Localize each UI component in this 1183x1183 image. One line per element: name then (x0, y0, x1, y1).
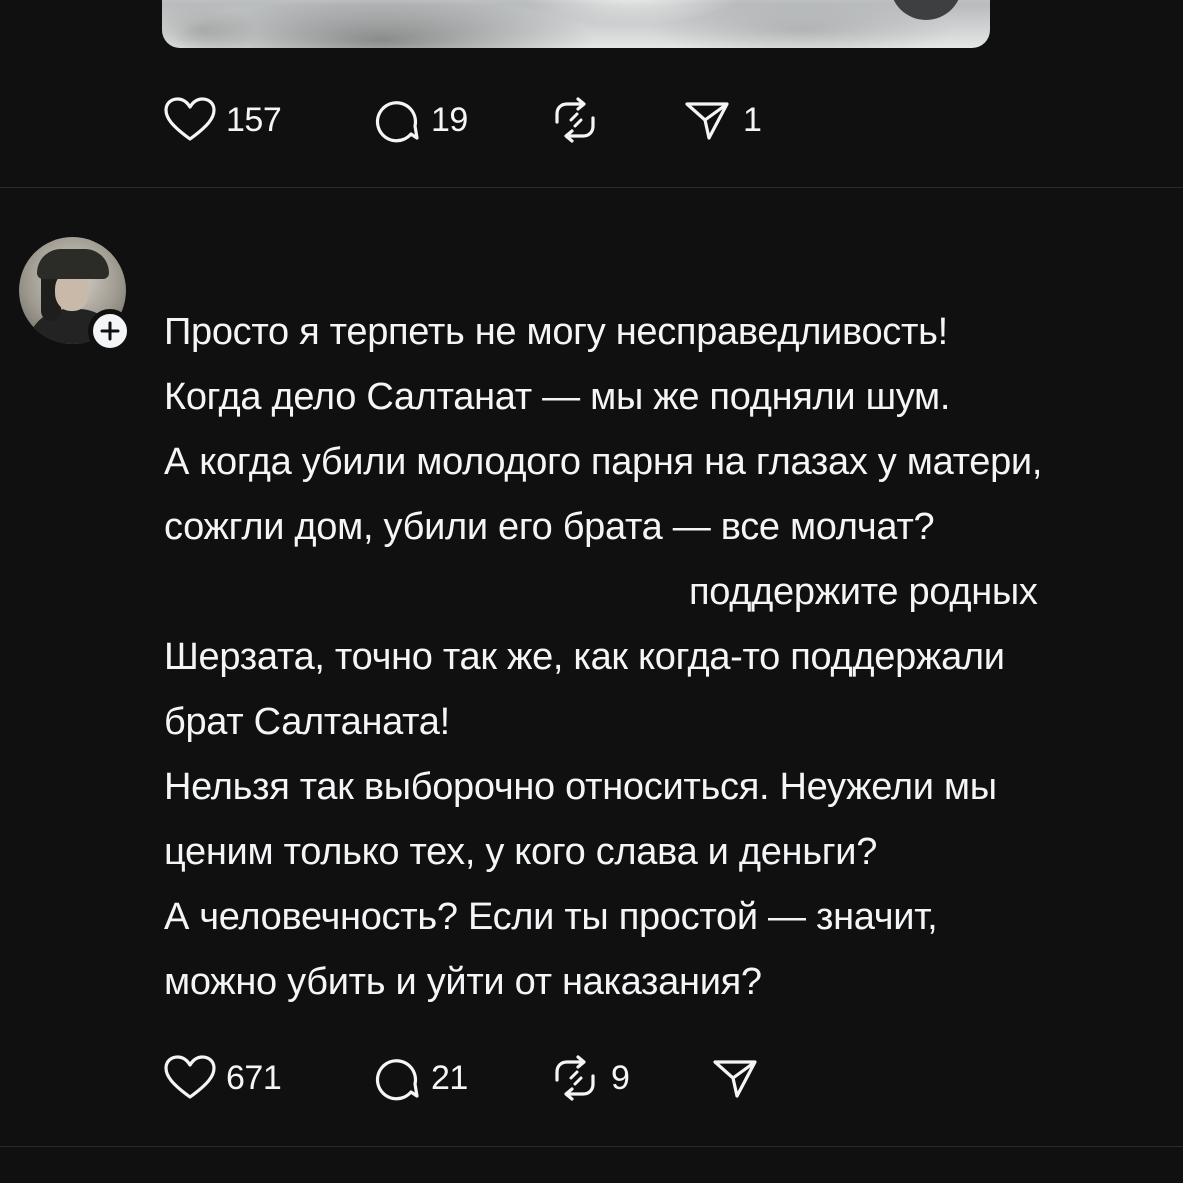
heart-icon (164, 97, 216, 141)
like-count: 671 (226, 1058, 282, 1097)
plus-icon (100, 321, 120, 341)
share-count: 1 (743, 100, 762, 139)
post-actions-bar: 671 21 9 (162, 1054, 771, 1102)
post-divider (0, 1146, 1183, 1147)
comment-button[interactable]: 21 (367, 1054, 547, 1102)
post-line: поддержите родных (689, 571, 1038, 613)
comment-count: 21 (431, 1058, 468, 1097)
follow-button[interactable] (88, 309, 132, 353)
share-button[interactable] (707, 1054, 771, 1102)
comment-button[interactable]: 19 (367, 96, 547, 144)
media-image-content (162, 0, 990, 48)
comment-bubble-icon (375, 101, 419, 143)
post-line: Шерзата, точно так же, как когда-то подд… (164, 636, 1005, 678)
post-divider (0, 187, 1183, 188)
post-line: Просто я терпеть не могу несправедливост… (164, 311, 948, 353)
post-body-text: Просто я терпеть не могу несправедливост… (164, 300, 1183, 1015)
share-button[interactable]: 1 (679, 96, 762, 144)
repost-button[interactable] (547, 96, 679, 144)
like-button[interactable]: 157 (162, 96, 367, 144)
post-line: брат Салтаната! (164, 701, 450, 743)
post-line: А когда убили молодого парня на глазах у… (164, 441, 1043, 483)
post-line: можно убить и уйти от наказания? (164, 961, 762, 1003)
like-count: 157 (226, 100, 282, 139)
post-line: Нельзя так выборочно относиться. Неужели… (164, 766, 997, 808)
heart-icon (164, 1055, 216, 1099)
post-line: ценим только тех, у кого слава и деньги? (164, 831, 878, 873)
post-line: А человечность? Если ты простой — значит… (164, 896, 938, 938)
repost-count: 9 (611, 1058, 630, 1097)
comment-count: 19 (431, 100, 468, 139)
comment-bubble-icon (375, 1059, 419, 1101)
repost-icon (555, 97, 595, 143)
post-line: сожгли дом, убили его брата — все молчат… (164, 506, 935, 548)
post-line: Когда дело Салтанат — мы же подняли шум. (164, 376, 951, 418)
repost-icon (555, 1055, 595, 1101)
post-media-video[interactable] (162, 0, 990, 48)
repost-button[interactable]: 9 (547, 1054, 707, 1102)
avatar-figure-hat (37, 249, 109, 279)
like-button[interactable]: 671 (162, 1054, 367, 1102)
send-icon (685, 102, 729, 140)
post-actions-bar: 157 19 1 (162, 96, 762, 144)
send-icon (713, 1060, 757, 1098)
